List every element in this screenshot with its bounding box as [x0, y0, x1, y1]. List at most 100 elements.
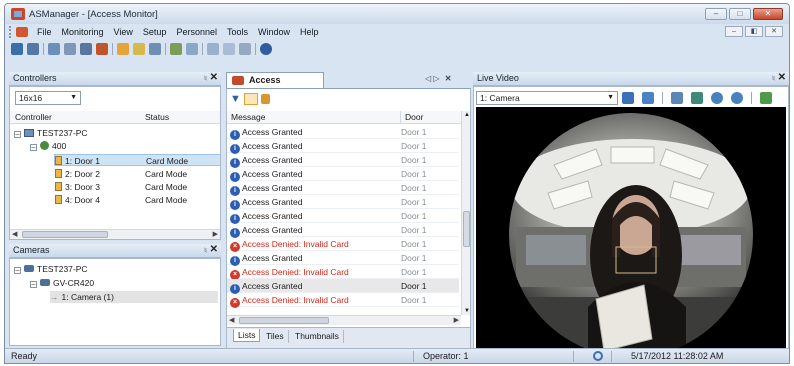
close-button[interactable]: ✕: [753, 8, 783, 20]
access-event-row[interactable]: × Access Denied: Invalid Card Door 1: [227, 265, 459, 280]
grid-size-select[interactable]: 16x16 ▼: [15, 91, 81, 105]
fit-icon[interactable]: [671, 92, 683, 104]
column-controller[interactable]: Controller: [15, 111, 52, 123]
access-event-row[interactable]: i Access Granted Door 1: [227, 153, 459, 168]
tree-node-controller[interactable]: – 400: [30, 140, 66, 152]
mdi-minimize-button[interactable]: –: [725, 26, 743, 37]
pan-icon[interactable]: [691, 92, 703, 104]
camera-tree-camera[interactable]: → 1: Camera (1): [50, 291, 218, 303]
snapshot-camera-icon[interactable]: [760, 92, 772, 104]
ptz-back-icon[interactable]: [622, 92, 634, 104]
zoom-in-icon[interactable]: [711, 92, 723, 104]
tree-node-pc[interactable]: – TEST237-PC: [14, 127, 88, 139]
menu-view[interactable]: View: [109, 27, 138, 37]
controllers-hscrollbar[interactable]: ◀ ▶: [10, 229, 220, 239]
messages-vscrollbar[interactable]: ▲ ▼: [461, 111, 470, 315]
access-event-row[interactable]: × Access Denied: Invalid Card Door 1: [227, 237, 459, 252]
tree-node-door-2[interactable]: 2: Door 2 Card Mode: [55, 168, 187, 180]
access-event-row[interactable]: i Access Granted Door 1: [227, 125, 459, 140]
menu-file[interactable]: File: [32, 27, 57, 37]
live-video-feed[interactable]: [476, 107, 786, 348]
ptz-forward-icon[interactable]: [642, 92, 654, 104]
collapse-icon[interactable]: –: [14, 267, 21, 274]
menu-window[interactable]: Window: [253, 27, 295, 37]
scroll-thumb[interactable]: [463, 211, 470, 247]
menu-tools[interactable]: Tools: [222, 27, 253, 37]
access-event-row[interactable]: × Access Denied: Invalid Card Door 1: [227, 293, 459, 308]
disconnect-icon[interactable]: [27, 43, 39, 55]
column-message[interactable]: Message: [231, 111, 266, 123]
snapshot-icon[interactable]: [243, 93, 258, 105]
column-door[interactable]: Door: [400, 111, 423, 123]
messages-hscrollbar[interactable]: ◀ ▶: [227, 315, 461, 325]
tab-tiles[interactable]: Tiles: [262, 330, 289, 343]
message-icon[interactable]: [223, 43, 235, 55]
scroll-down-icon[interactable]: ▼: [464, 308, 470, 314]
tab-scroll-left-icon[interactable]: ◁: [425, 74, 431, 83]
pin-icon[interactable]: ♮: [772, 72, 775, 85]
panel-close-icon[interactable]: ✕: [210, 71, 218, 84]
panel-close-icon[interactable]: ✕: [778, 71, 786, 84]
scroll-left-icon[interactable]: ◀: [229, 316, 234, 324]
collapse-icon[interactable]: –: [30, 144, 37, 151]
access-group-icon[interactable]: [149, 43, 161, 55]
holiday-icon[interactable]: [133, 43, 145, 55]
access-event-row[interactable]: i Access Granted Door 1: [227, 251, 459, 266]
access-event-row[interactable]: i Access Granted Door 1: [227, 195, 459, 210]
access-event-row[interactable]: i Access Granted Door 1: [227, 209, 459, 224]
cameras-panel-title: Cameras: [13, 245, 50, 255]
report-icon[interactable]: [186, 43, 198, 55]
column-status[interactable]: Status: [145, 111, 169, 123]
scroll-thumb[interactable]: [22, 231, 108, 238]
tab-lists[interactable]: Lists: [233, 329, 261, 342]
tree-node-door-3[interactable]: 3: Door 3 Card Mode: [55, 181, 187, 193]
pin-icon[interactable]: ♮: [204, 72, 207, 85]
menu-help[interactable]: Help: [295, 27, 324, 37]
mdi-close-button[interactable]: ✕: [765, 26, 783, 37]
map-icon[interactable]: [207, 43, 219, 55]
camera-select[interactable]: 1: Camera ▼: [476, 91, 618, 105]
minimize-button[interactable]: –: [705, 8, 727, 20]
card-icon[interactable]: [80, 43, 92, 55]
menu-monitoring[interactable]: Monitoring: [57, 27, 109, 37]
zoom-out-icon[interactable]: [731, 92, 743, 104]
door-setup-icon[interactable]: [64, 43, 76, 55]
scroll-thumb[interactable]: [239, 317, 329, 324]
connect-icon[interactable]: [11, 43, 23, 55]
collapse-icon[interactable]: –: [30, 281, 37, 288]
help-icon[interactable]: [260, 43, 272, 55]
person-icon[interactable]: [170, 43, 182, 55]
tab-scroll-right-icon[interactable]: ▷: [433, 74, 439, 83]
alarm-icon[interactable]: [96, 43, 108, 55]
controller-icon[interactable]: [48, 43, 60, 55]
camera-tree-pc[interactable]: – TEST237-PC: [14, 263, 88, 275]
access-event-row[interactable]: i Access Granted Door 1: [227, 181, 459, 196]
maximize-button[interactable]: □: [729, 8, 751, 20]
access-event-row[interactable]: i Access Granted Door 1: [227, 167, 459, 182]
tab-access-monitor[interactable]: Access Monitor: [226, 72, 324, 100]
scroll-left-icon[interactable]: ◀: [12, 230, 17, 238]
scroll-right-icon[interactable]: ▶: [454, 316, 459, 324]
tree-node-door-1[interactable]: 1: Door 1 Card Mode: [54, 154, 220, 166]
pin-icon[interactable]: ♮: [204, 244, 207, 257]
collapse-icon[interactable]: –: [14, 131, 21, 138]
log-icon[interactable]: [239, 43, 251, 55]
lock-icon[interactable]: [260, 94, 270, 104]
mdi-document-icon[interactable]: [16, 27, 28, 37]
filter-icon[interactable]: ▼: [230, 93, 241, 105]
menu-personnel[interactable]: Personnel: [171, 27, 222, 37]
tab-thumbnails[interactable]: Thumbnails: [291, 330, 344, 343]
access-event-row[interactable]: i Access Granted Door 1: [227, 223, 459, 238]
event-message: Access Denied: Invalid Card: [242, 239, 349, 249]
access-event-row[interactable]: i Access Granted Door 1: [227, 279, 459, 294]
access-event-row[interactable]: i Access Granted Door 1: [227, 139, 459, 154]
tab-close-icon[interactable]: ✕: [445, 74, 452, 83]
panel-close-icon[interactable]: ✕: [210, 243, 218, 256]
mdi-restore-button[interactable]: ◧: [745, 26, 763, 37]
scroll-up-icon[interactable]: ▲: [464, 112, 470, 118]
tree-node-door-4[interactable]: 4: Door 4 Card Mode: [55, 194, 187, 206]
camera-tree-device[interactable]: – GV-CR420: [30, 277, 94, 289]
scroll-right-icon[interactable]: ▶: [213, 230, 218, 238]
schedule-icon[interactable]: [117, 43, 129, 55]
menu-setup[interactable]: Setup: [138, 27, 172, 37]
